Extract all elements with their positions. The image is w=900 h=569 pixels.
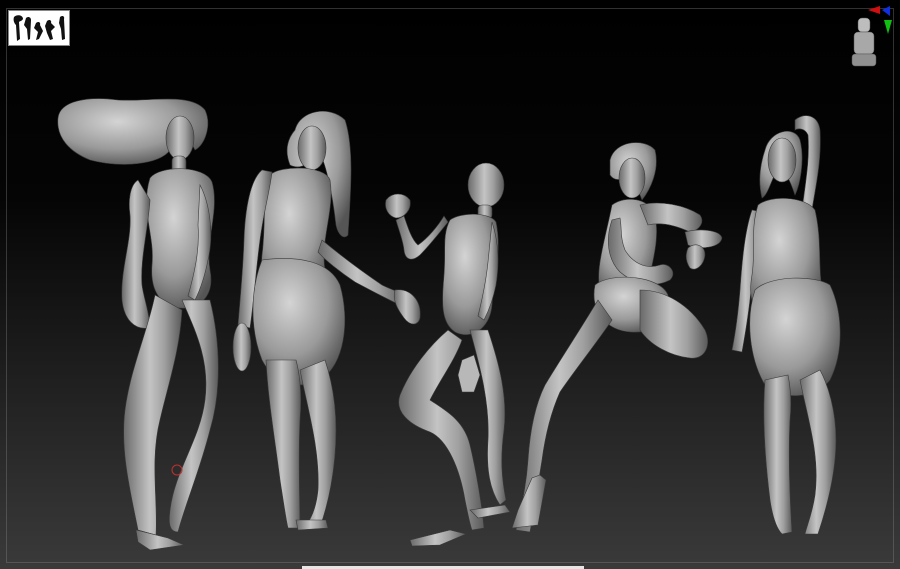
figure-2-long-hair[interactable] — [232, 111, 421, 531]
axis-x-arrow — [868, 6, 880, 14]
gizmo-torso — [853, 31, 875, 55]
figure-3-foot-a — [409, 529, 467, 547]
orientation-gizmo[interactable] — [846, 6, 894, 74]
figure-1-windblown-hair[interactable] — [57, 98, 219, 551]
figure-5-leg-left — [763, 374, 793, 535]
figure-3-fist — [385, 193, 411, 219]
figure-5-arm-raised[interactable] — [731, 115, 841, 535]
figure-2-head — [297, 125, 327, 171]
red-marker — [171, 464, 183, 476]
figure-2-hand-left — [232, 322, 252, 372]
figure-4-head — [618, 157, 646, 199]
figure-3-head — [467, 162, 505, 208]
poses-thumbnail-icon — [13, 15, 65, 41]
figure-4-hand-left — [685, 244, 706, 270]
figure-2-leg-left — [265, 359, 302, 529]
figure-4-high-kick[interactable] — [511, 142, 723, 533]
figure-2-foot — [295, 519, 329, 531]
figure-3-arm-left — [395, 215, 449, 260]
figure-1-arm-left — [121, 179, 151, 329]
figure-2-leg-right — [299, 359, 337, 528]
figure-3-kneeling-step[interactable] — [385, 162, 511, 547]
3d-viewport[interactable] — [0, 0, 900, 569]
figure-1-foot — [135, 529, 186, 551]
poses-thumbnail[interactable] — [8, 10, 70, 46]
figure-5-hips — [749, 277, 841, 396]
figure-5-head — [767, 137, 797, 183]
figure-4-hand-right — [684, 229, 723, 248]
axis-y-arrow — [884, 20, 892, 34]
figure-5-leg-right — [799, 369, 837, 535]
orientation-gizmo-icon — [851, 6, 892, 67]
gizmo-base — [851, 53, 877, 67]
scene-canvas[interactable] — [0, 0, 900, 569]
figure-3-knee-pad — [457, 354, 481, 393]
figure-1-head — [165, 115, 195, 161]
figure-2-hand-right — [393, 289, 421, 325]
figure-4-leg-kick — [639, 289, 709, 359]
axis-z-arrow — [882, 6, 890, 16]
gizmo-head — [857, 17, 871, 33]
